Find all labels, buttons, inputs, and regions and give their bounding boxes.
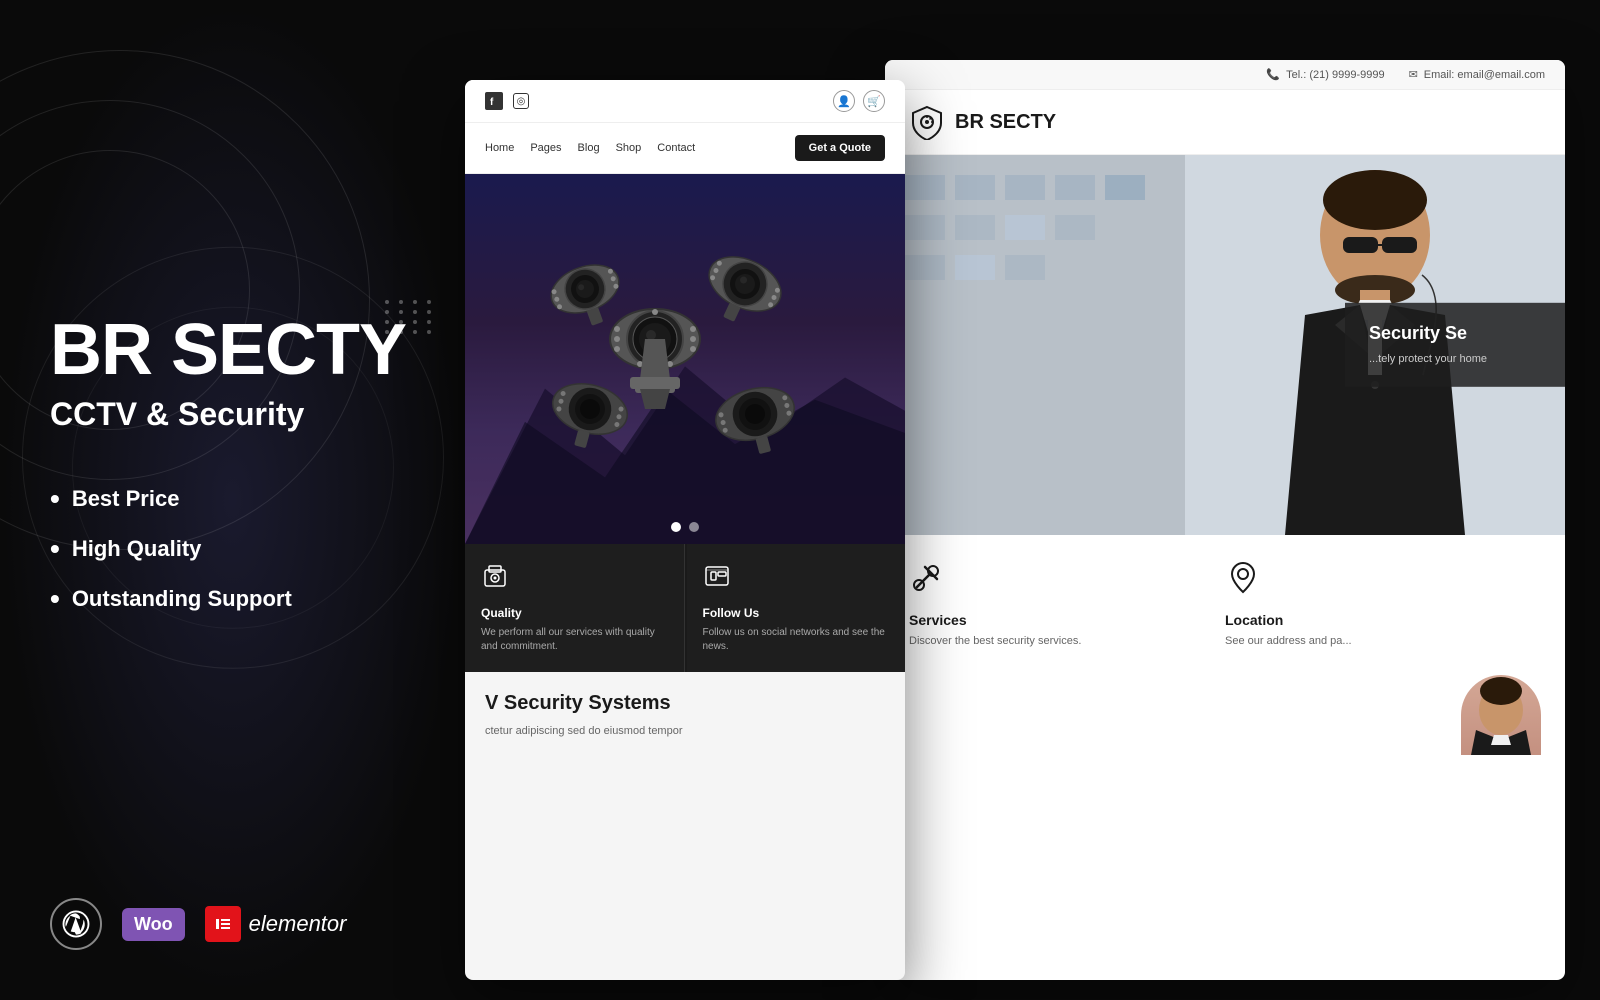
person-avatar <box>1461 675 1541 755</box>
section-title: V Security Systems <box>485 692 885 715</box>
elementor-logo: elementor <box>205 906 347 942</box>
follow-icon <box>703 562 890 596</box>
right-topbar: 📞 Tel.: (21) 9999-9999 ✉ Email: email@em… <box>885 60 1565 90</box>
service-card-location: Location See our address and pa... <box>1225 559 1541 665</box>
right-nav: BR SECTY <box>885 90 1565 155</box>
card-quality-title: Quality <box>481 606 668 620</box>
preview-topbar: f ◎ 👤 🛒 <box>465 80 905 123</box>
service-card-services: Services Discover the best security serv… <box>909 559 1225 665</box>
facebook-icon[interactable]: f <box>485 92 503 110</box>
email-icon: ✉ <box>1409 68 1418 81</box>
location-desc: See our address and pa... <box>1225 634 1525 649</box>
wordpress-logo <box>50 898 102 950</box>
preview-nav: Home Pages Blog Shop Contact Get a Quote <box>465 123 905 174</box>
nav-home[interactable]: Home <box>485 142 514 154</box>
elementor-icon <box>205 906 241 942</box>
services-desc: Discover the best security services. <box>909 634 1209 649</box>
nav-shop[interactable]: Shop <box>616 142 642 154</box>
hero-title: Security Se <box>1369 323 1541 344</box>
right-hero-overlay: Security Se ...tely protect your home <box>1345 303 1565 387</box>
user-cart: 👤 🛒 <box>833 90 885 112</box>
preview-hero <box>465 174 905 544</box>
nav-pages[interactable]: Pages <box>530 142 561 154</box>
left-panel: BR SECTY CCTV & Security Best Price High… <box>0 0 465 1000</box>
hero-sub: ...tely protect your home <box>1369 352 1541 367</box>
dots-decoration <box>385 300 435 334</box>
shield-logo-icon <box>909 104 945 140</box>
website-preview-right: 📞 Tel.: (21) 9999-9999 ✉ Email: email@em… <box>885 60 1565 980</box>
location-title: Location <box>1225 612 1525 628</box>
right-service-cards: Services Discover the best security serv… <box>885 535 1565 665</box>
brand-logo-right: BR SECTY <box>909 104 1056 140</box>
instagram-icon[interactable]: ◎ <box>513 93 529 109</box>
email-text: Email: email@email.com <box>1424 69 1545 81</box>
dot-2[interactable] <box>689 522 699 532</box>
right-bottom <box>885 665 1565 765</box>
nav-contact[interactable]: Contact <box>657 142 695 154</box>
preview-cards: Quality We perform all our services with… <box>465 544 905 672</box>
bottom-logos: Woo elementor <box>50 868 415 950</box>
woocommerce-logo: Woo <box>122 908 185 941</box>
elementor-text: elementor <box>249 911 347 937</box>
cart-icon[interactable]: 🛒 <box>863 90 885 112</box>
email-info: ✉ Email: email@email.com <box>1409 68 1545 81</box>
preview-card-quality: Quality We perform all our services with… <box>465 544 685 672</box>
phone-info: 📞 Tel.: (21) 9999-9999 <box>1266 68 1384 81</box>
location-icon <box>1225 559 1525 602</box>
social-icons: f ◎ <box>485 92 529 110</box>
right-area: f ◎ 👤 🛒 Home Pages Blog Shop Contact <box>465 0 1600 1000</box>
card-quality-desc: We perform all our services with quality… <box>481 626 668 654</box>
user-icon[interactable]: 👤 <box>833 90 855 112</box>
dot-1[interactable] <box>671 522 681 532</box>
card-follow-desc: Follow us on social networks and see the… <box>703 626 890 654</box>
slide-dots <box>671 522 699 532</box>
section-text: ctetur adipiscing sed do eiusmod tempor <box>485 723 885 740</box>
website-preview-left: f ◎ 👤 🛒 Home Pages Blog Shop Contact <box>465 80 905 980</box>
nav-cta-button[interactable]: Get a Quote <box>795 135 885 161</box>
right-hero: Security Se ...tely protect your home <box>885 155 1565 535</box>
cctv-cameras-svg <box>515 229 855 489</box>
preview-bottom: V Security Systems ctetur adipiscing sed… <box>465 672 905 760</box>
card-follow-title: Follow Us <box>703 606 890 620</box>
phone-text: Tel.: (21) 9999-9999 <box>1286 69 1384 81</box>
brand-name-right: BR SECTY <box>955 111 1056 134</box>
svg-text:f: f <box>490 97 494 106</box>
services-icon <box>909 559 1209 602</box>
quality-icon <box>481 562 668 596</box>
nav-blog[interactable]: Blog <box>578 142 600 154</box>
feature-item-3: Outstanding Support <box>50 583 415 615</box>
preview-card-follow: Follow Us Follow us on social networks a… <box>687 544 906 672</box>
phone-icon: 📞 <box>1266 68 1280 81</box>
services-title: Services <box>909 612 1209 628</box>
nav-links: Home Pages Blog Shop Contact <box>485 142 695 154</box>
